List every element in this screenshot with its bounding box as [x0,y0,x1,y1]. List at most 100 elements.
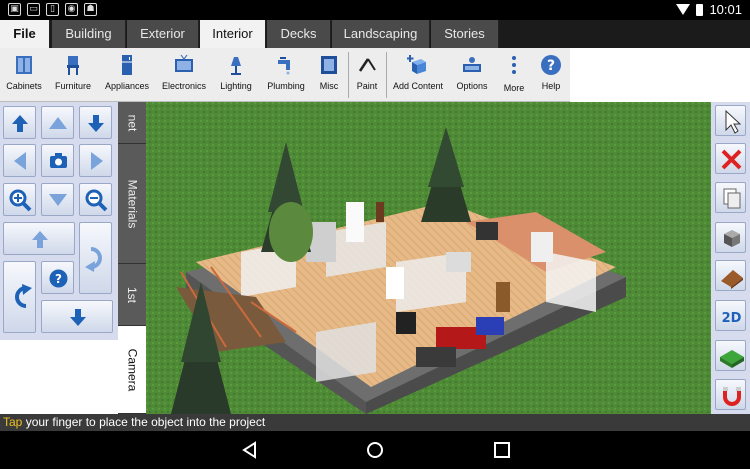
tab-materials-label: Materials [125,179,139,228]
roof-icon [721,270,743,289]
move-up-button[interactable] [3,106,36,139]
camera-notification-icon: ◉ [65,3,78,16]
appliances-button[interactable]: Appliances [103,48,151,102]
delete-tool-button[interactable] [715,143,746,174]
zoom-in-button[interactable] [3,183,36,216]
pan-right-button[interactable] [79,144,112,177]
svg-text:2D: 2D [722,311,742,326]
back-icon[interactable] [241,441,259,459]
nav-help-button[interactable]: ? [41,261,74,294]
rotate-left-button[interactable] [3,261,36,333]
tab-materials[interactable]: Materials [118,144,146,264]
tab-exterior[interactable]: Exterior [127,20,199,48]
ribbon-toolbar: Cabinets Furniture Appliances Electronic… [0,48,570,102]
magnet-tool-button[interactable] [715,379,746,410]
paint-button[interactable]: Paint [350,48,384,102]
cursor-arrow-icon [725,109,742,134]
faucet-icon [278,57,290,75]
furniture-button[interactable]: Furniture [50,48,96,102]
zoom-out-button[interactable] [79,183,112,216]
walk-backward-button[interactable] [41,300,113,333]
rotate-right-button[interactable] [79,222,112,294]
delete-x-icon [721,149,742,170]
ribbon-separator [348,52,349,98]
ribbon-separator [386,52,387,98]
tab-building[interactable]: Building [52,20,126,48]
tab-cabinet[interactable]: net [118,102,146,144]
add-content-button[interactable]: Add Content [390,48,446,102]
move-down-button[interactable] [79,106,112,139]
tab-interior[interactable]: Interior [200,20,266,48]
roof-tool-button[interactable] [715,260,746,291]
tab-landscaping[interactable]: Landscaping [332,20,430,48]
copy-tool-button[interactable] [715,182,746,213]
hint-text: your finger to place the object into the… [22,415,266,429]
select-tool-button[interactable] [715,105,746,136]
misc-icon [321,56,337,74]
tab-camera-label: Camera [125,348,139,391]
tab-cabinet-label: net [125,114,139,131]
right-toolbar: 2D [711,102,750,414]
recent-apps-icon[interactable] [493,441,511,459]
triangle-right-icon [91,152,103,170]
arrow-down-icon [70,309,86,326]
walk-forward-button[interactable] [3,222,75,255]
copy-icon [723,188,741,209]
svg-text:?: ? [547,58,555,74]
triangle-left-icon [14,152,26,170]
arrow-up-icon [32,231,48,248]
system-navigation-bar [0,431,750,469]
tilt-up-button[interactable] [41,106,74,139]
status-time: 10:01 [709,2,742,17]
wifi-icon [676,4,691,15]
lighting-button[interactable]: Lighting [215,48,257,102]
camera-reset-button[interactable] [41,144,74,177]
zoom-in-icon [9,189,32,212]
terrain-icon [720,350,744,368]
add-content-icon [407,55,426,74]
cabinets-button[interactable]: Cabinets [2,48,46,102]
camera-navigation-panel: ? [0,102,118,340]
triangle-up-icon [49,117,67,129]
cabinet-icon [16,56,32,74]
misc-button[interactable]: Misc [313,48,345,102]
2d-icon: 2D [722,311,742,326]
hint-bar: Tap your finger to place the object into… [0,414,750,431]
3d-view-canvas[interactable] [146,102,711,414]
folder-notification-icon: ▭ [27,3,40,16]
magnet-icon [723,387,741,406]
home-icon[interactable] [366,441,384,459]
triangle-down-icon [49,194,67,206]
tab-decks[interactable]: Decks [267,20,331,48]
tab-stories[interactable]: Stories [431,20,499,48]
tab-file[interactable]: File [0,20,50,48]
tab-camera[interactable]: Camera [118,326,146,414]
blank-panel [0,340,118,414]
fridge-icon [122,55,132,75]
tilt-down-button[interactable] [41,183,74,216]
hint-highlight: Tap [3,415,23,429]
more-button[interactable]: More [498,48,530,102]
plumbing-button[interactable]: Plumbing [264,48,308,102]
camera-icon [50,153,67,168]
options-button[interactable]: Options [450,48,494,102]
battery-icon [696,3,704,16]
options-icon [463,57,481,72]
notification-icons: ▣ ▭ ▯ ◉ ☗ [8,3,97,16]
tv-icon [175,54,193,72]
object-tool-button[interactable] [715,222,746,253]
cube-icon [724,230,740,247]
phone-notification-icon: ▯ [46,3,59,16]
2d-view-button[interactable]: 2D [715,300,746,331]
arrow-down-icon [88,115,104,132]
status-bar: ▣ ▭ ▯ ◉ ☗ 10:01 [0,0,750,20]
help-button[interactable]: ? Help [534,48,568,102]
electronics-button[interactable]: Electronics [160,48,208,102]
tab-1st[interactable]: 1st [118,264,146,326]
zoom-out-icon [85,189,108,212]
svg-text:?: ? [55,272,62,286]
pan-left-button[interactable] [3,144,36,177]
ribbon-empty-area [570,48,750,102]
paint-brush-icon [358,58,376,72]
terrain-tool-button[interactable] [715,340,746,371]
